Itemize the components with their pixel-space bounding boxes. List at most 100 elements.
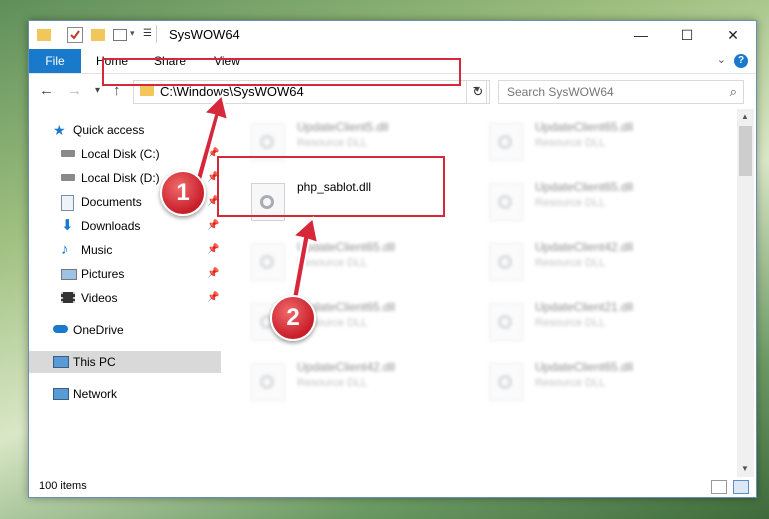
forward-arrow-icon[interactable]: → (67, 82, 82, 99)
file-name: UpdateClient65.dll (535, 120, 634, 134)
file-item[interactable]: UpdateClient65.dll Resource DLL (485, 117, 705, 161)
file-type: Resource DLL (535, 317, 606, 329)
dll-file-icon (489, 183, 523, 221)
file-item[interactable]: UpdateClient42.dll Resource DLL (247, 357, 467, 401)
back-arrow-icon[interactable]: ← (39, 82, 54, 99)
step-badge-1: 1 (160, 170, 206, 216)
file-item[interactable]: UpdateClient42.dll Resource DLL (485, 237, 705, 281)
status-bar: 100 items (29, 477, 756, 497)
music-icon: ♪ (61, 241, 69, 258)
file-name: UpdateClient65.dll (535, 360, 634, 374)
checkmark-icon (70, 30, 80, 40)
star-icon: ★ (53, 122, 66, 138)
sidebar-item-downloads[interactable]: ⬇ Downloads 📌 (29, 215, 221, 237)
recent-locations-icon[interactable]: ▾ (95, 85, 100, 96)
address-highlight-box (102, 58, 461, 86)
properties-icon[interactable] (67, 27, 83, 43)
sidebar-item-label: Quick access (73, 123, 145, 137)
file-item[interactable]: UpdateClient65.dll Resource DLL (485, 357, 705, 401)
file-item[interactable]: UpdateClient21.dll Resource DLL (485, 297, 705, 341)
sidebar-item-onedrive[interactable]: OneDrive (29, 319, 221, 341)
file-type: Resource DLL (535, 257, 606, 269)
file-name: UpdateClient42.dll (535, 240, 634, 254)
drive-icon (61, 150, 75, 157)
folder-icon (37, 29, 51, 41)
sidebar-item-this-pc[interactable]: This PC (29, 351, 221, 373)
dll-file-icon (489, 363, 523, 401)
sidebar-item-label: Network (73, 387, 118, 401)
help-icon[interactable]: ? (734, 54, 748, 68)
download-icon: ⬇ (61, 217, 74, 234)
sidebar-item-label: Documents (81, 195, 142, 209)
chevron-down-icon[interactable]: ⌄ (717, 53, 726, 66)
scrollbar-thumb[interactable] (739, 126, 752, 176)
title-bar: ▾ ☰ SysWOW64 — ☐ ✕ (29, 21, 756, 49)
search-input[interactable]: Search SysWOW64 ⌕ (498, 80, 744, 104)
file-name: UpdateClient42.dll (297, 360, 396, 374)
file-type: Resource DLL (535, 197, 606, 209)
sidebar-item-label: Local Disk (D:) (81, 171, 160, 185)
large-icons-view-icon[interactable] (733, 480, 749, 494)
drive-icon (61, 174, 75, 181)
videos-icon (61, 292, 75, 303)
file-item[interactable]: UpdateClient65.dll Resource DLL (485, 177, 705, 221)
details-view-icon[interactable] (711, 480, 727, 494)
tab-file[interactable]: File (29, 49, 81, 73)
pictures-icon (61, 269, 77, 280)
network-icon (53, 388, 69, 400)
navigation-pane: ★ Quick access Local Disk (C:) 📌 Local D… (29, 109, 221, 477)
item-count: 100 items (39, 480, 87, 492)
dll-file-icon (251, 363, 285, 401)
window-title: SysWOW64 (169, 27, 240, 42)
file-name: UpdateClient21.dll (535, 300, 634, 314)
new-folder-icon[interactable] (91, 29, 105, 41)
explorer-window: ▾ ☰ SysWOW64 — ☐ ✕ File Home Share View … (28, 20, 757, 498)
view-options-icon[interactable] (113, 29, 127, 41)
file-name: UpdateClient5.dll (297, 120, 389, 134)
sidebar-item-label: This PC (73, 355, 116, 369)
file-type: Resource DLL (297, 377, 368, 389)
file-type: Resource DLL (297, 257, 368, 269)
pin-icon[interactable]: 📌 (207, 287, 219, 309)
computer-icon (53, 356, 69, 368)
dll-file-icon (251, 243, 285, 281)
minimize-button[interactable]: — (618, 21, 664, 49)
dll-file-icon (489, 123, 523, 161)
vertical-scrollbar[interactable]: ▲ ▼ (737, 109, 754, 477)
cloud-icon (53, 325, 68, 333)
file-type: Resource DLL (535, 377, 606, 389)
refresh-button[interactable]: ↻ (466, 80, 490, 104)
sidebar-item-videos[interactable]: Videos 📌 (29, 287, 221, 309)
chevron-down-icon[interactable]: ▾ (130, 28, 135, 39)
folder-icon (140, 85, 154, 96)
sidebar-item-label: OneDrive (73, 323, 124, 337)
sidebar-item-label: Music (81, 243, 113, 257)
file-type: Resource DLL (535, 137, 606, 149)
pin-icon[interactable]: 📌 (207, 239, 219, 261)
sidebar-item-label: Pictures (81, 267, 125, 281)
sidebar-item-network[interactable]: Network (29, 383, 221, 405)
scroll-down-icon[interactable]: ▼ (741, 464, 749, 473)
file-item[interactable]: UpdateClient5.dll Resource DLL (247, 117, 467, 161)
file-type: Resource DLL (297, 137, 368, 149)
title-divider (156, 25, 157, 43)
sidebar-item-label: Downloads (81, 219, 141, 233)
file-name: UpdateClient65.dll (297, 240, 396, 254)
close-button[interactable]: ✕ (710, 21, 756, 49)
dll-file-icon (489, 303, 523, 341)
pin-icon[interactable]: 📌 (207, 263, 219, 285)
dll-file-icon (489, 243, 523, 281)
search-placeholder: Search SysWOW64 (507, 85, 614, 99)
address-text: C:\Windows\SysWOW64 (160, 84, 304, 99)
file-highlight-box (217, 156, 445, 217)
sidebar-item-music[interactable]: ♪ Music 📌 (29, 239, 221, 261)
sidebar-item-local-disk-c[interactable]: Local Disk (C:) 📌 (29, 143, 221, 165)
customize-toolbar-icon[interactable]: ☰ (143, 28, 152, 39)
sidebar-item-label: Videos (81, 291, 118, 305)
maximize-button[interactable]: ☐ (664, 21, 710, 49)
file-item[interactable]: UpdateClient65.dll Resource DLL (247, 237, 467, 281)
sidebar-item-quick-access[interactable]: ★ Quick access (29, 119, 221, 141)
pin-icon[interactable]: 📌 (207, 215, 219, 237)
sidebar-item-pictures[interactable]: Pictures 📌 (29, 263, 221, 285)
scroll-up-icon[interactable]: ▲ (741, 112, 749, 121)
